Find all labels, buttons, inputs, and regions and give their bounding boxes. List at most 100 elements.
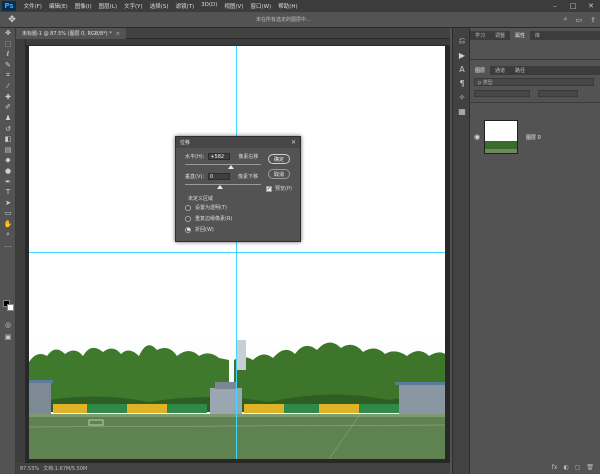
blur-icon[interactable]: ◆ xyxy=(0,155,16,166)
radio-repeat-edge[interactable] xyxy=(185,215,191,222)
healing-icon[interactable]: ✚ xyxy=(0,92,16,103)
vertical-ruler[interactable] xyxy=(16,39,26,463)
vertical-input[interactable]: 0 xyxy=(208,173,231,180)
menu-edit[interactable]: 编辑(E) xyxy=(49,2,68,10)
menu-help[interactable]: 帮助(H) xyxy=(278,2,297,10)
layer-item[interactable]: ◉ 图层 0 xyxy=(470,117,600,157)
shape-icon[interactable]: ▭ xyxy=(0,208,16,219)
radio-wrap-around[interactable] xyxy=(185,226,191,233)
horizontal-guide[interactable] xyxy=(29,252,445,253)
menu-window[interactable]: 窗口(W) xyxy=(250,2,271,10)
trash-icon[interactable]: 🗑 xyxy=(586,464,594,471)
zoom-level[interactable]: 87.53% xyxy=(20,466,39,472)
photoshop-logo: Ps xyxy=(2,1,16,11)
option-transparent[interactable]: 设置为透明(T) xyxy=(185,204,227,211)
history-icon[interactable]: ⎌ xyxy=(453,34,471,48)
fx-icon[interactable]: fx xyxy=(552,464,558,471)
opacity-field[interactable] xyxy=(538,89,578,97)
tab-paths[interactable]: 路径 xyxy=(510,66,530,75)
option-repeat-edge[interactable]: 重复边缘像素(R) xyxy=(185,215,232,222)
minimize-button[interactable]: – xyxy=(546,2,564,10)
horizontal-slider-knob[interactable] xyxy=(228,165,234,169)
dialog-title: 位移 xyxy=(180,140,191,146)
tab-learn[interactable]: 学习 xyxy=(470,31,490,40)
vertical-slider-knob[interactable] xyxy=(217,185,223,189)
move-icon[interactable]: ✥ xyxy=(0,28,16,39)
search-icon[interactable]: ⌕ xyxy=(564,15,568,24)
tab-channels[interactable]: 通道 xyxy=(490,66,510,75)
option-wrap-around-label: 折回(W) xyxy=(195,227,214,233)
layer-name[interactable]: 图层 0 xyxy=(526,134,541,141)
brush-icon[interactable]: ✐ xyxy=(0,102,16,113)
lasso-icon[interactable]: ℓ xyxy=(0,49,16,60)
adjustment-layer-icon[interactable]: ◐ xyxy=(563,464,568,471)
maximize-button[interactable]: □ xyxy=(564,2,582,10)
quick-select-icon[interactable]: ✎ xyxy=(0,60,16,71)
gradient-icon[interactable]: ▤ xyxy=(0,145,16,156)
brush-presets-icon[interactable]: ✧ xyxy=(453,90,471,104)
option-wrap-around[interactable]: 折回(W) xyxy=(185,226,214,233)
menu-file[interactable]: 文件(F) xyxy=(24,2,42,10)
background-color-swatch[interactable] xyxy=(7,304,14,311)
workspace-icon[interactable]: ▭ xyxy=(576,16,583,24)
more-tools-icon[interactable]: … xyxy=(0,240,16,251)
type-icon[interactable]: T xyxy=(0,187,16,198)
ok-button[interactable]: 确定 xyxy=(268,154,290,164)
tab-adjustments[interactable]: 调整 xyxy=(490,31,510,40)
preview-label: 预览(P) xyxy=(275,186,292,192)
new-layer-icon[interactable]: ▢ xyxy=(575,464,581,471)
layer-thumbnail xyxy=(484,120,518,154)
swatches-icon[interactable]: ▦ xyxy=(453,104,471,118)
pen-icon[interactable]: ✒ xyxy=(0,176,16,187)
option-transparent-label: 设置为透明(T) xyxy=(195,205,227,211)
move-tool-icon[interactable]: ✥ xyxy=(0,15,24,25)
menu-layer[interactable]: 图层(L) xyxy=(99,2,117,10)
options-right: ⌕ ▭ ⇪ xyxy=(560,15,600,24)
stamp-icon[interactable]: ♟ xyxy=(0,113,16,124)
vertical-slider[interactable] xyxy=(185,184,261,185)
dialog-titlebar[interactable]: 位移 ✕ xyxy=(176,137,300,148)
document-tab[interactable]: 未标题-1 @ 87.5% (图层 0, RGB/8*) * × xyxy=(16,28,126,39)
menu-3d[interactable]: 3D(D) xyxy=(201,2,217,10)
horizontal-slider[interactable] xyxy=(185,164,261,165)
character-icon[interactable]: A xyxy=(453,62,471,76)
blend-mode-select[interactable] xyxy=(474,89,530,97)
dodge-icon[interactable]: ● xyxy=(0,166,16,177)
hand-icon[interactable]: ✋ xyxy=(0,219,16,230)
quick-mask-icon[interactable]: ◎ xyxy=(0,320,16,331)
history-brush-icon[interactable]: ↺ xyxy=(0,123,16,134)
horizontal-input[interactable]: +582 xyxy=(208,153,231,160)
menu-image[interactable]: 图像(I) xyxy=(75,2,92,10)
cancel-button[interactable]: 取消 xyxy=(268,169,290,179)
visibility-eye-icon[interactable]: ◉ xyxy=(470,133,484,141)
paragraph-icon[interactable]: ¶ xyxy=(453,76,471,90)
crop-icon[interactable]: ⌗ xyxy=(0,70,16,81)
offset-dialog: 位移 ✕ 水平(H): +582 像素右移 垂直(V): 0 像素下移 确定 取… xyxy=(175,136,301,242)
eyedropper-icon[interactable]: ⁄ xyxy=(0,81,16,92)
layer-filter[interactable]: p 类型 xyxy=(474,78,594,86)
blend-opacity-row xyxy=(474,89,594,97)
menu-type[interactable]: 文字(Y) xyxy=(124,2,143,10)
screen-mode-icon[interactable]: ▣ xyxy=(0,332,16,343)
share-icon[interactable]: ⇪ xyxy=(590,16,596,24)
menu-view[interactable]: 视图(V) xyxy=(224,2,243,10)
actions-icon[interactable]: ▶ xyxy=(453,48,471,62)
tab-properties[interactable]: 属性 xyxy=(510,31,531,40)
path-select-icon[interactable]: ➤ xyxy=(0,198,16,209)
close-tab-icon[interactable]: × xyxy=(116,31,120,37)
eraser-icon[interactable]: ◧ xyxy=(0,134,16,145)
preview-checkbox[interactable]: ✓ xyxy=(266,185,272,192)
marquee-icon[interactable]: ⬚ xyxy=(0,39,16,50)
panel-icon-strip: ⎌ ▶ A ¶ ✧ ▦ xyxy=(452,28,470,474)
right-panels: 学习 调整 属性 库 图层 通道 路径 p 类型 ◉ 图层 0 fx ◐ ▢ 🗑 xyxy=(470,28,600,474)
tab-libraries[interactable]: 库 xyxy=(530,31,545,40)
tab-layers[interactable]: 图层 xyxy=(470,66,491,75)
menu-select[interactable]: 选择(S) xyxy=(150,2,169,10)
radio-transparent[interactable] xyxy=(185,204,191,211)
close-window-button[interactable]: ✕ xyxy=(582,2,600,10)
menu-filter[interactable]: 滤镜(T) xyxy=(175,2,194,10)
dialog-close-icon[interactable]: ✕ xyxy=(291,139,296,146)
document-canvas[interactable] xyxy=(29,46,445,459)
horizontal-ruler[interactable] xyxy=(26,39,450,46)
zoom-icon[interactable]: ⌕ xyxy=(0,229,16,240)
